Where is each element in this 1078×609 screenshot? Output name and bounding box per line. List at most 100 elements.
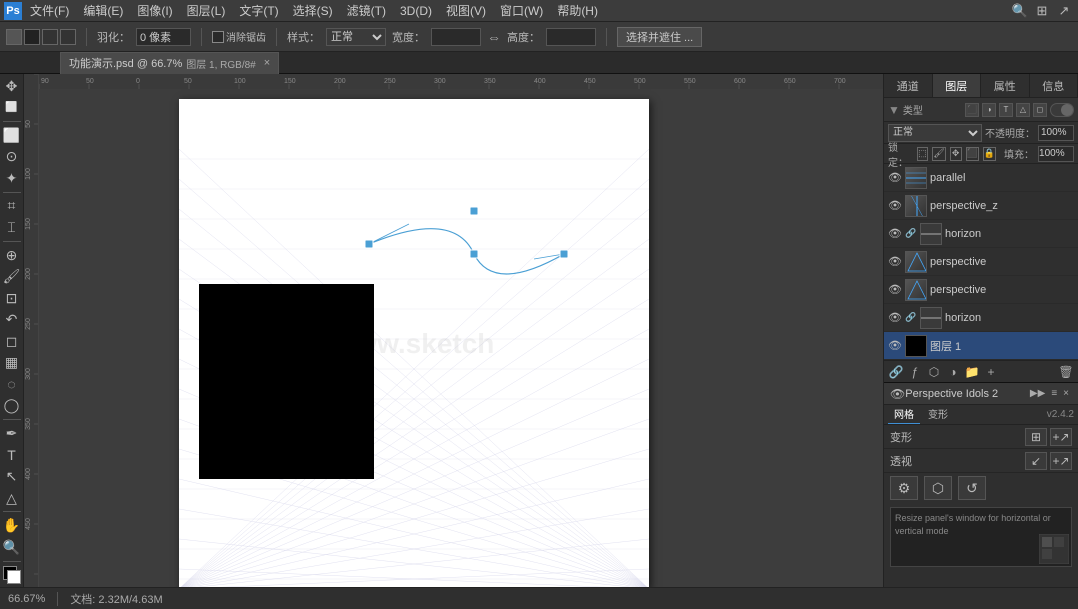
healing-tool[interactable]: ⊕	[1, 245, 23, 266]
tab-properties[interactable]: 属性	[981, 74, 1030, 97]
path-select[interactable]: ↖	[1, 466, 23, 487]
layer-vis-persp-z[interactable]: 👁	[888, 199, 902, 213]
pt2-reset-btn[interactable]: ↺	[958, 476, 986, 500]
add-fx-btn[interactable]: ƒ	[907, 364, 923, 380]
text-tool[interactable]: T	[1, 445, 23, 466]
pt2-persp-btn2[interactable]: +↗	[1050, 452, 1072, 470]
eyedropper-tool[interactable]: ⌶	[1, 217, 23, 238]
anti-alias-cb[interactable]: 消除锯齿	[212, 29, 266, 44]
layer-link-horizon1[interactable]: 🔗	[905, 228, 917, 240]
add-layer-btn[interactable]: +	[983, 364, 999, 380]
lock-all[interactable]: 🔒	[983, 147, 996, 161]
menu-window[interactable]: 窗口(W)	[494, 1, 549, 20]
filter-adj[interactable]: ◑	[982, 103, 996, 117]
layer-vis-persp1[interactable]: 👁	[888, 255, 902, 269]
layer-item-persp2[interactable]: 👁 perspective	[884, 276, 1078, 304]
lock-position[interactable]: ✥	[950, 147, 962, 161]
pt2-grid-btn[interactable]: ⬡	[924, 476, 952, 500]
style-select[interactable]: 正常	[326, 28, 386, 46]
menu-layer[interactable]: 图层(L)	[181, 1, 232, 20]
pt2-settings-btn[interactable]: ⚙	[890, 476, 918, 500]
doc-tab[interactable]: 功能演示.psd @ 66.7% 图层 1, RGB/8# ×	[60, 52, 279, 74]
layer-panel[interactable]: ▼ 类型 ⬛ ◑ T △ ◻ 正常 不透明度：	[884, 98, 1078, 382]
menu-view[interactable]: 视图(V)	[440, 1, 492, 20]
menu-filter[interactable]: 滤镜(T)	[341, 1, 392, 20]
layer-item-persp-z[interactable]: 👁 perspective_z	[884, 192, 1078, 220]
canvas-viewport[interactable]: www.sketch	[39, 89, 883, 587]
clone-tool[interactable]: ⊡	[1, 288, 23, 309]
menu-image[interactable]: 图像(I)	[131, 1, 178, 20]
lock-image[interactable]: 🖌	[932, 147, 945, 161]
tool-preset-2[interactable]	[24, 29, 40, 45]
pt2-tab-grid[interactable]: 网格	[888, 404, 920, 424]
search-btn[interactable]: 🔍	[1010, 1, 1030, 21]
add-mask-btn[interactable]: ⬡	[926, 364, 942, 380]
tool-preset-1[interactable]	[6, 29, 22, 45]
history-brush[interactable]: ↶	[1, 309, 23, 330]
eraser-tool[interactable]: ◻	[1, 331, 23, 352]
menu-file[interactable]: 文件(F)	[24, 1, 75, 20]
gradient-tool[interactable]: ▦	[1, 353, 23, 374]
lock-artboard[interactable]: ⬛	[966, 147, 979, 161]
pt2-transform-btn1[interactable]: ⊞	[1025, 428, 1047, 446]
select-mask-btn[interactable]: 选择并遮住 ...	[617, 27, 702, 47]
blur-tool[interactable]: ◌	[1, 374, 23, 395]
pen-tool[interactable]: ✒	[1, 423, 23, 444]
pt2-collapse-btn[interactable]: ▶▶	[1027, 387, 1048, 400]
layer-vis-horizon2[interactable]: 👁	[888, 311, 902, 325]
opacity-input[interactable]	[1038, 125, 1074, 141]
pt2-persp-btn1[interactable]: ↙	[1025, 452, 1047, 470]
pt2-transform-btn2[interactable]: +↗	[1050, 428, 1072, 446]
layer-vis-parallel[interactable]: 👁	[888, 171, 902, 185]
move-tool[interactable]: ✥	[1, 76, 23, 97]
tab-info[interactable]: 信息	[1030, 74, 1078, 97]
zoom-tool[interactable]: 🔍	[1, 537, 23, 558]
canvas-area[interactable]: 90 50 0 50 100 150 200 250 300 350 400 4…	[39, 74, 883, 587]
layer-item-parallel[interactable]: 👁 parallel	[884, 164, 1078, 192]
feather-input[interactable]	[136, 28, 191, 46]
menu-select[interactable]: 选择(S)	[287, 1, 339, 20]
hand-tool[interactable]: ✋	[1, 515, 23, 536]
filter-smart[interactable]: ◻	[1033, 103, 1047, 117]
dodge-tool[interactable]: ◯	[1, 396, 23, 417]
menu-edit[interactable]: 编辑(E)	[77, 1, 129, 20]
tab-close[interactable]: ×	[264, 57, 270, 69]
layer-vis-persp2[interactable]: 👁	[888, 283, 902, 297]
filter-toggle[interactable]	[1050, 103, 1074, 117]
menu-help[interactable]: 帮助(H)	[551, 1, 604, 20]
pt2-tab-transform[interactable]: 变形	[922, 404, 954, 424]
menu-3d[interactable]: 3D(D)	[394, 3, 438, 19]
layer-link-horizon2[interactable]: 🔗	[905, 312, 917, 324]
menu-text[interactable]: 文字(T)	[233, 1, 284, 20]
fill-input[interactable]	[1038, 146, 1074, 162]
lock-transparency[interactable]: ⬚	[917, 147, 929, 161]
shape-tool[interactable]: △	[1, 488, 23, 509]
tool-preset-3[interactable]	[42, 29, 58, 45]
tool-preset-4[interactable]	[60, 29, 76, 45]
filter-shape[interactable]: △	[1016, 103, 1030, 117]
layer-vis-layer1[interactable]: 👁	[888, 339, 902, 353]
filter-pixel[interactable]: ⬛	[965, 103, 979, 117]
swap-icon[interactable]: ⇔	[487, 29, 501, 45]
delete-layer-btn[interactable]: 🗑	[1058, 364, 1074, 380]
workspace-btn[interactable]: ⊞	[1032, 1, 1052, 21]
layer-item-persp1[interactable]: 👁 perspective	[884, 248, 1078, 276]
magic-wand-tool[interactable]: ✦	[1, 168, 23, 189]
brush-tool[interactable]: 🖌	[1, 266, 23, 287]
tab-channels[interactable]: 通道	[884, 74, 933, 97]
layer-item-horizon1[interactable]: 👁 🔗 horizon	[884, 220, 1078, 248]
marquee-tool[interactable]: ⬜	[1, 125, 23, 146]
share-btn[interactable]: ↗	[1054, 1, 1074, 21]
layer-item-layer1[interactable]: 👁 图层 1	[884, 332, 1078, 360]
lasso-tool[interactable]: ⊙	[1, 147, 23, 168]
width-input[interactable]	[431, 28, 481, 46]
add-adj-btn[interactable]: ◑	[945, 364, 961, 380]
artboard-tool[interactable]: ⬜	[1, 98, 23, 119]
pt2-close-btn[interactable]: ×	[1060, 387, 1072, 400]
layer-item-horizon2[interactable]: 👁 🔗 horizon	[884, 304, 1078, 332]
filter-type[interactable]: T	[999, 103, 1013, 117]
pt2-menu-btn[interactable]: ≡	[1048, 387, 1060, 400]
layer-vis-horizon1[interactable]: 👁	[888, 227, 902, 241]
pt2-vis-icon[interactable]: 👁	[890, 387, 905, 401]
tab-layers[interactable]: 图层	[933, 74, 982, 97]
